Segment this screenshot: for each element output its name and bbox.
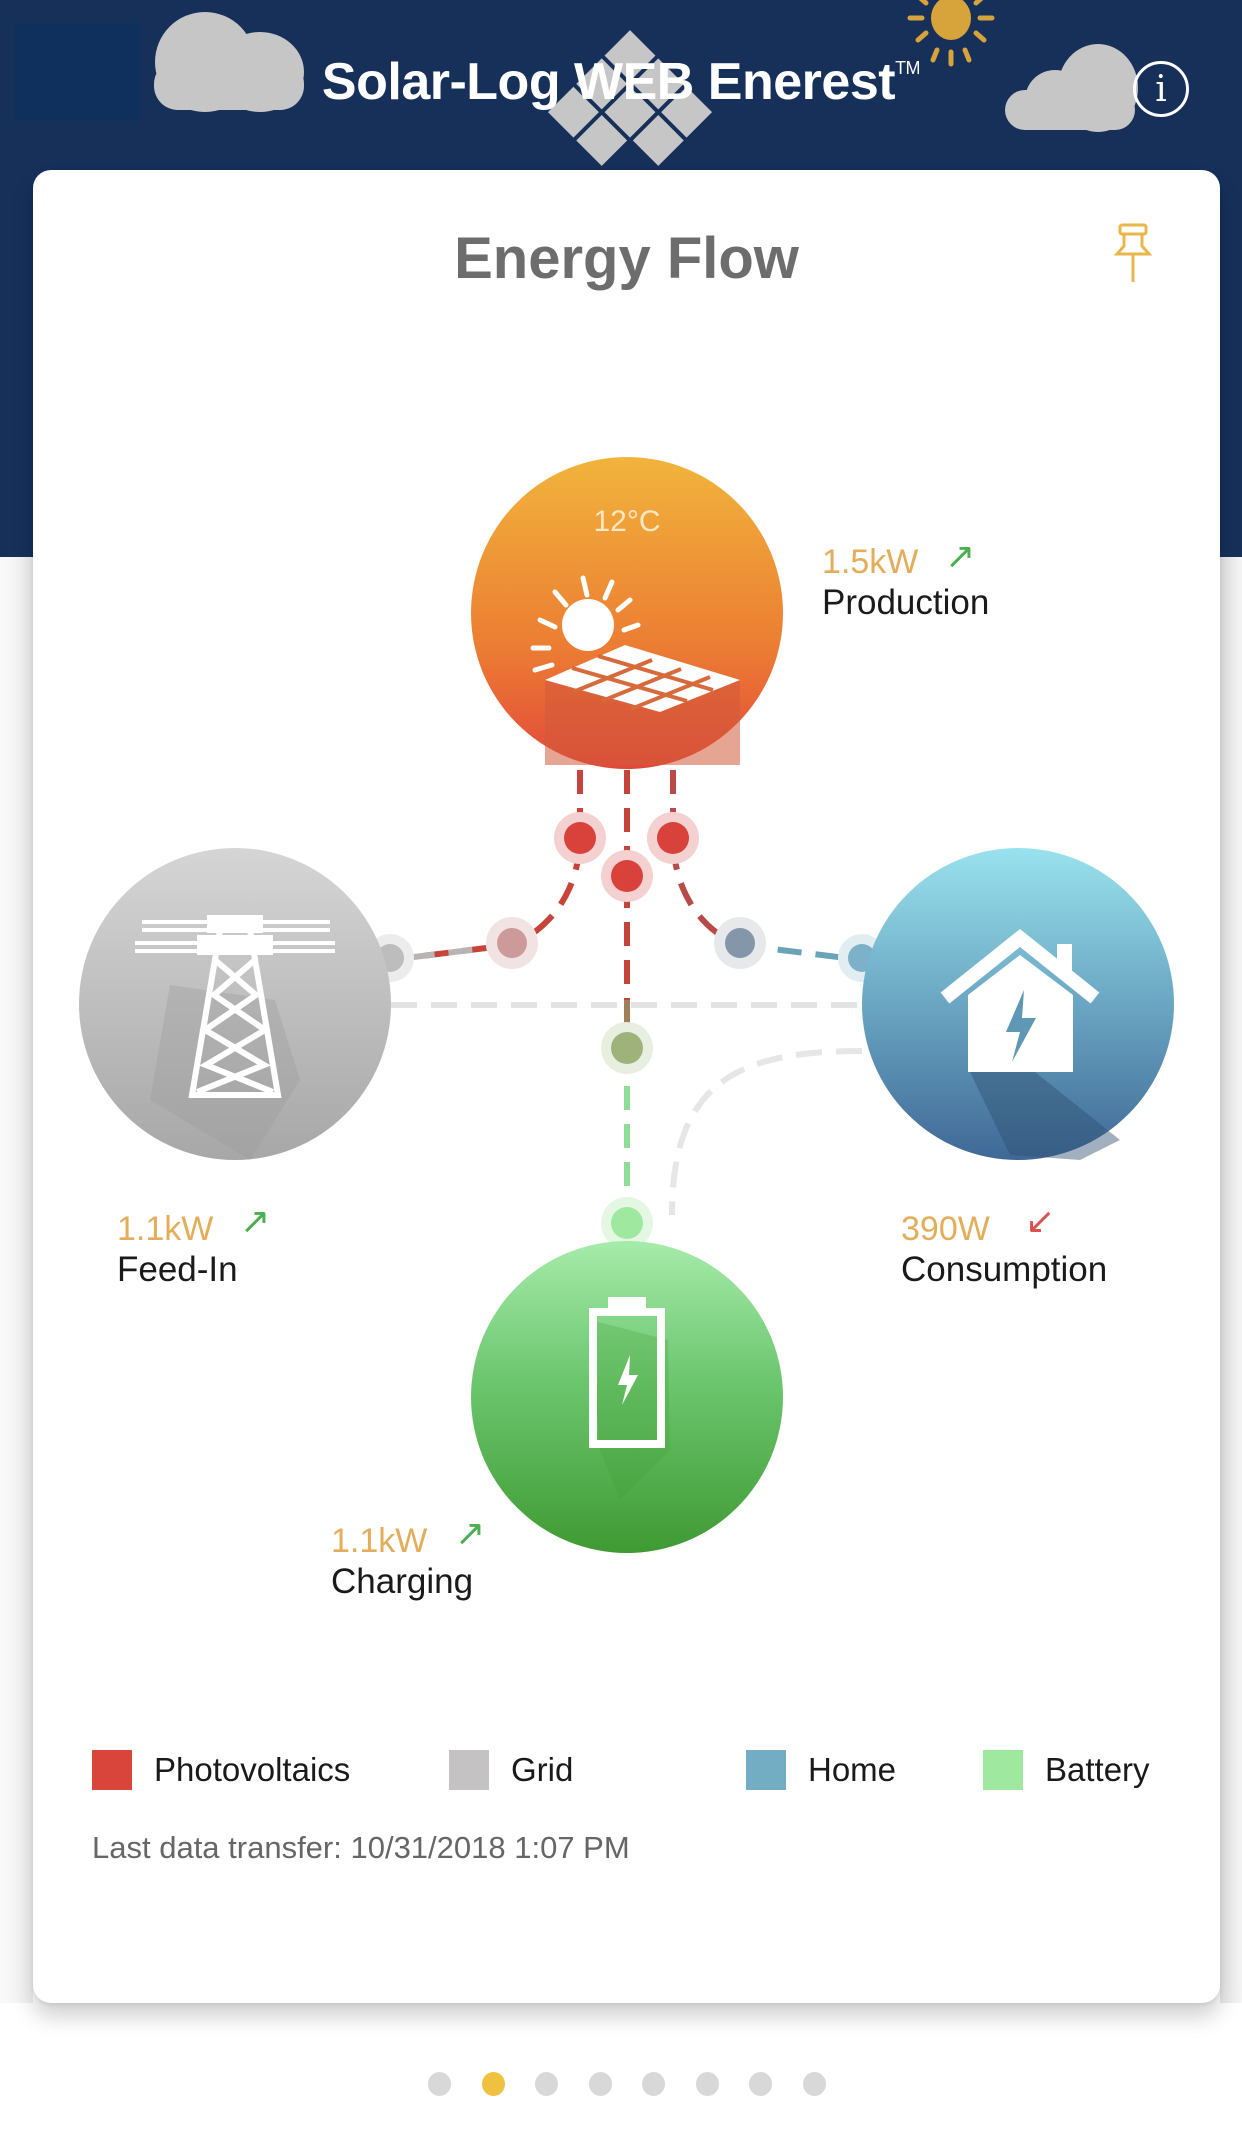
legend-label: Battery xyxy=(1045,1751,1150,1788)
production-temperature: 12°C xyxy=(593,505,661,538)
feed-in-value: 1.1kW xyxy=(117,1210,214,1248)
production-value: 1.5kW xyxy=(822,543,919,581)
flow-particle xyxy=(714,917,766,969)
grid-node[interactable] xyxy=(79,848,391,1160)
legend-swatch xyxy=(746,1750,786,1790)
charging-value: 1.1kW xyxy=(331,1522,428,1560)
legend-swatch xyxy=(983,1750,1023,1790)
home-node[interactable] xyxy=(862,848,1174,1160)
energy-flow-diagram xyxy=(79,457,1174,1553)
last-data-transfer: Last data transfer: 10/31/2018 1:07 PM xyxy=(92,1830,630,1865)
flow-particle xyxy=(486,917,538,969)
legend-label: Photovoltaics xyxy=(154,1751,351,1788)
page-dot-5[interactable] xyxy=(642,2072,665,2096)
connector-home-battery xyxy=(669,1048,863,1216)
page-dot-7[interactable] xyxy=(749,2072,772,2096)
trend-up-icon: ↗ xyxy=(455,1512,486,1553)
page-dot-4[interactable] xyxy=(588,2072,612,2096)
feed-in-label: Feed-In xyxy=(117,1250,238,1289)
production-label: Production xyxy=(822,583,990,622)
flow-particle xyxy=(601,1022,653,1074)
flow-particle xyxy=(647,812,699,864)
flow-particle xyxy=(554,812,606,864)
page-indicator xyxy=(0,2072,1242,2096)
charging-label: Charging xyxy=(331,1562,474,1601)
legend-item-battery[interactable]: Battery xyxy=(983,1750,1150,1790)
page-dot-3[interactable] xyxy=(535,2072,558,2096)
consumption-label: Consumption xyxy=(901,1250,1108,1289)
legend-item-home[interactable]: Home xyxy=(746,1750,896,1790)
connector-production-grid xyxy=(389,770,583,963)
page-dot-1[interactable] xyxy=(428,2072,451,2096)
trend-up-icon: ↗ xyxy=(240,1200,271,1241)
page-dot-8[interactable] xyxy=(802,2072,826,2096)
trend-up-icon: ↗ xyxy=(945,535,976,576)
legend-label: Home xyxy=(808,1751,897,1788)
trend-down-icon: ↙ xyxy=(1025,1200,1056,1241)
flow-particle xyxy=(601,850,653,902)
page-dot-2[interactable] xyxy=(481,2072,505,2096)
production-node[interactable] xyxy=(471,457,783,769)
legend-item-photovoltaics[interactable]: Photovoltaics xyxy=(92,1750,350,1790)
legend-swatch xyxy=(92,1750,132,1790)
battery-node[interactable] xyxy=(471,1241,783,1553)
consumption-value: 390W xyxy=(901,1210,990,1248)
legend: Photovoltaics Grid Home Battery xyxy=(92,1750,1192,1800)
legend-label: Grid xyxy=(511,1751,574,1788)
page-dot-6[interactable] xyxy=(695,2072,719,2096)
legend-item-grid[interactable]: Grid xyxy=(449,1750,573,1790)
legend-swatch xyxy=(449,1750,489,1790)
